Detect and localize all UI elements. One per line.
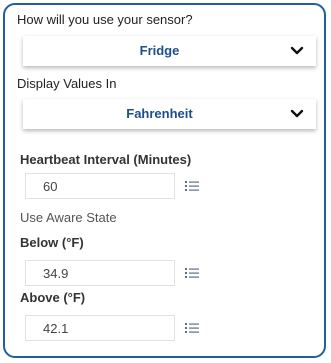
usage-select-value: Fridge bbox=[139, 43, 180, 58]
above-threshold-input[interactable]: 42.1 bbox=[25, 315, 175, 341]
heartbeat-interval-label: Heartbeat Interval (Minutes) bbox=[20, 152, 192, 167]
usage-question-label: How will you use your sensor? bbox=[17, 12, 193, 27]
above-threshold-label: Above (°F) bbox=[20, 290, 86, 305]
heartbeat-interval-value: 60 bbox=[43, 179, 58, 194]
heartbeat-interval-input[interactable]: 60 bbox=[25, 173, 175, 199]
sensor-settings-panel: How will you use your sensor? Fridge Dis… bbox=[3, 3, 326, 358]
display-values-label: Display Values In bbox=[17, 76, 117, 91]
display-select-value: Fahrenheit bbox=[126, 106, 193, 121]
use-aware-state-label: Use Aware State bbox=[20, 210, 117, 225]
display-units-select[interactable]: Fahrenheit bbox=[23, 99, 316, 129]
below-threshold-label: Below (°F) bbox=[20, 235, 84, 250]
list-icon[interactable] bbox=[185, 180, 199, 192]
chevron-down-icon bbox=[290, 46, 304, 55]
usage-select[interactable]: Fridge bbox=[23, 36, 316, 66]
below-threshold-input[interactable]: 34.9 bbox=[25, 260, 175, 286]
below-threshold-value: 34.9 bbox=[43, 266, 69, 281]
chevron-down-icon bbox=[290, 109, 304, 118]
above-threshold-value: 42.1 bbox=[43, 321, 69, 336]
list-icon[interactable] bbox=[185, 322, 199, 334]
list-icon[interactable] bbox=[185, 267, 199, 279]
